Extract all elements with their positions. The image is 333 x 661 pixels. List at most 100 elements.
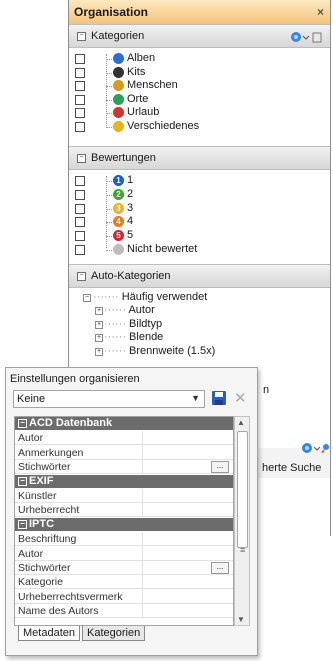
search-options-icon[interactable] bbox=[301, 442, 330, 457]
category-item[interactable]: Orte bbox=[69, 93, 259, 107]
collapse-icon[interactable]: − bbox=[18, 519, 27, 529]
rating-badge-icon: 3 bbox=[113, 202, 124, 214]
rating-item[interactable]: 11 bbox=[69, 174, 269, 188]
rating-checkbox[interactable] bbox=[75, 217, 85, 228]
scroll-down-icon[interactable]: ▼ bbox=[237, 615, 245, 624]
metadata-field-label: Beschriftung bbox=[18, 533, 77, 546]
rating-item[interactable]: Nicht bewertet bbox=[69, 243, 269, 257]
rating-item[interactable]: 44 bbox=[69, 215, 269, 229]
category-checkbox[interactable] bbox=[75, 54, 85, 64]
auto-category-item[interactable]: ······ Bildtyp bbox=[104, 318, 162, 330]
rating-checkbox[interactable] bbox=[75, 245, 85, 255]
category-checkbox[interactable] bbox=[75, 94, 85, 105]
category-checkbox[interactable] bbox=[75, 81, 85, 92]
auto-kategorien-header[interactable]: − Auto-Kategorien bbox=[69, 264, 330, 288]
category-item[interactable]: Verschiedenes bbox=[69, 120, 259, 134]
erweiterte-suche-label[interactable]: herte Suche bbox=[262, 462, 321, 474]
vertical-scrollbar[interactable]: ▲ ≡ ▼ bbox=[234, 416, 250, 626]
bewertungen-header-label: Bewertungen bbox=[91, 152, 156, 164]
metadata-field-label: Urheberrecht bbox=[18, 504, 80, 517]
rating-item[interactable]: 33 bbox=[69, 202, 269, 216]
metadata-field-label: Urheberrechtsvermerk bbox=[18, 590, 123, 603]
column-divider bbox=[142, 575, 143, 589]
expand-icon[interactable]: + bbox=[95, 334, 103, 342]
collapse-icon[interactable]: − bbox=[77, 272, 86, 281]
collapse-icon[interactable]: − bbox=[77, 32, 86, 41]
category-item[interactable]: Urlaub bbox=[69, 106, 259, 120]
category-label: Kits bbox=[127, 65, 146, 78]
collapse-icon[interactable]: − bbox=[18, 476, 27, 486]
metadata-row[interactable]: Urheberrecht bbox=[15, 503, 233, 518]
metadata-row[interactable]: Urheberrechtsvermerk bbox=[15, 589, 233, 604]
rating-item[interactable]: 22 bbox=[69, 188, 269, 202]
kategorien-header-label: Kategorien bbox=[91, 30, 145, 42]
expand-icon[interactable]: + bbox=[95, 307, 103, 315]
save-icon[interactable] bbox=[211, 390, 227, 406]
tree-line bbox=[106, 194, 112, 196]
tree-line bbox=[106, 86, 112, 88]
rating-item[interactable]: 55 bbox=[69, 229, 269, 243]
collapse-tree-icon[interactable]: − bbox=[83, 294, 91, 302]
scroll-grip-icon: ≡ bbox=[240, 545, 246, 555]
tree-line bbox=[106, 59, 112, 60]
rating-label: 3 bbox=[127, 201, 134, 214]
category-item[interactable]: Menschen bbox=[69, 79, 259, 93]
auto-category-label: Autor bbox=[128, 304, 155, 316]
auto-category-item[interactable]: ······ Blende bbox=[104, 331, 163, 343]
tab-kategorien[interactable]: Kategorien bbox=[82, 626, 146, 641]
tree-line bbox=[106, 250, 112, 251]
globe-icon bbox=[113, 93, 124, 105]
close-icon[interactable]: × bbox=[317, 0, 324, 24]
category-label: Menschen bbox=[127, 79, 178, 92]
tree-line bbox=[106, 181, 112, 182]
scroll-up-icon[interactable]: ▲ bbox=[237, 418, 245, 427]
delete-icon[interactable]: ✕ bbox=[234, 389, 247, 407]
kategorien-header[interactable]: − Kategorien bbox=[69, 24, 330, 48]
collapse-icon[interactable]: − bbox=[18, 419, 27, 428]
metadata-group-header[interactable]: − EXIF bbox=[15, 474, 233, 488]
browse-button[interactable]: ... bbox=[211, 562, 229, 574]
rating-checkbox[interactable] bbox=[75, 189, 85, 200]
rating-badge-icon bbox=[113, 244, 124, 255]
column-divider bbox=[142, 561, 143, 574]
browse-button[interactable]: ... bbox=[211, 461, 229, 474]
metadata-row[interactable]: Künstler bbox=[15, 489, 233, 503]
metadata-row[interactable]: Autor bbox=[15, 546, 233, 561]
tab-metadaten[interactable]: Metadaten bbox=[18, 626, 80, 641]
metadata-row[interactable]: Name des Autors bbox=[15, 604, 233, 619]
category-item[interactable]: Kits bbox=[69, 66, 259, 80]
auto-category-label: Bildtyp bbox=[129, 317, 163, 330]
metadata-row[interactable]: Anmerkungen bbox=[15, 445, 233, 460]
metadata-field-label: Autor bbox=[18, 547, 44, 560]
rating-checkbox[interactable] bbox=[75, 203, 85, 214]
category-checkbox[interactable] bbox=[75, 108, 85, 119]
bewertungen-header[interactable]: − Bewertungen bbox=[69, 146, 330, 170]
metadata-row[interactable]: Stichwörter... bbox=[15, 561, 233, 575]
expand-icon[interactable]: + bbox=[95, 320, 103, 329]
metadata-row[interactable]: Stichwörter... bbox=[15, 460, 233, 475]
preset-dropdown[interactable]: Keine ▼ bbox=[13, 390, 205, 408]
collapse-icon[interactable]: − bbox=[77, 154, 86, 163]
scroll-thumb[interactable] bbox=[237, 431, 248, 548]
auto-category-item[interactable]: ······ Autor bbox=[104, 304, 155, 316]
column-divider bbox=[142, 503, 143, 517]
metadata-row[interactable]: Beschriftung bbox=[15, 532, 233, 547]
rating-checkbox[interactable] bbox=[75, 176, 85, 186]
tree-line bbox=[106, 127, 112, 128]
album-icon bbox=[113, 53, 124, 64]
metadata-group-header[interactable]: − IPTC bbox=[15, 517, 233, 531]
rating-checkbox[interactable] bbox=[75, 231, 85, 242]
dropdown-arrow-icon[interactable]: ▼ bbox=[191, 393, 200, 403]
tree-root-haeufig[interactable]: ······· Häufig verwendet bbox=[93, 291, 207, 303]
metadata-group-header[interactable]: − ACD Datenbank bbox=[15, 417, 233, 430]
auto-category-item[interactable]: ······ Brennweite (1.5x) bbox=[104, 345, 215, 357]
expand-icon[interactable]: + bbox=[95, 347, 103, 356]
metadata-row[interactable]: Kategorie bbox=[15, 575, 233, 590]
column-divider bbox=[142, 460, 143, 474]
category-checkbox[interactable] bbox=[75, 122, 85, 132]
metadata-row[interactable]: Autor bbox=[15, 431, 233, 446]
category-checkbox[interactable] bbox=[75, 67, 85, 78]
tree-line bbox=[106, 236, 112, 238]
rating-badge-icon: 1 bbox=[113, 175, 124, 186]
category-item[interactable]: Alben bbox=[69, 52, 259, 66]
